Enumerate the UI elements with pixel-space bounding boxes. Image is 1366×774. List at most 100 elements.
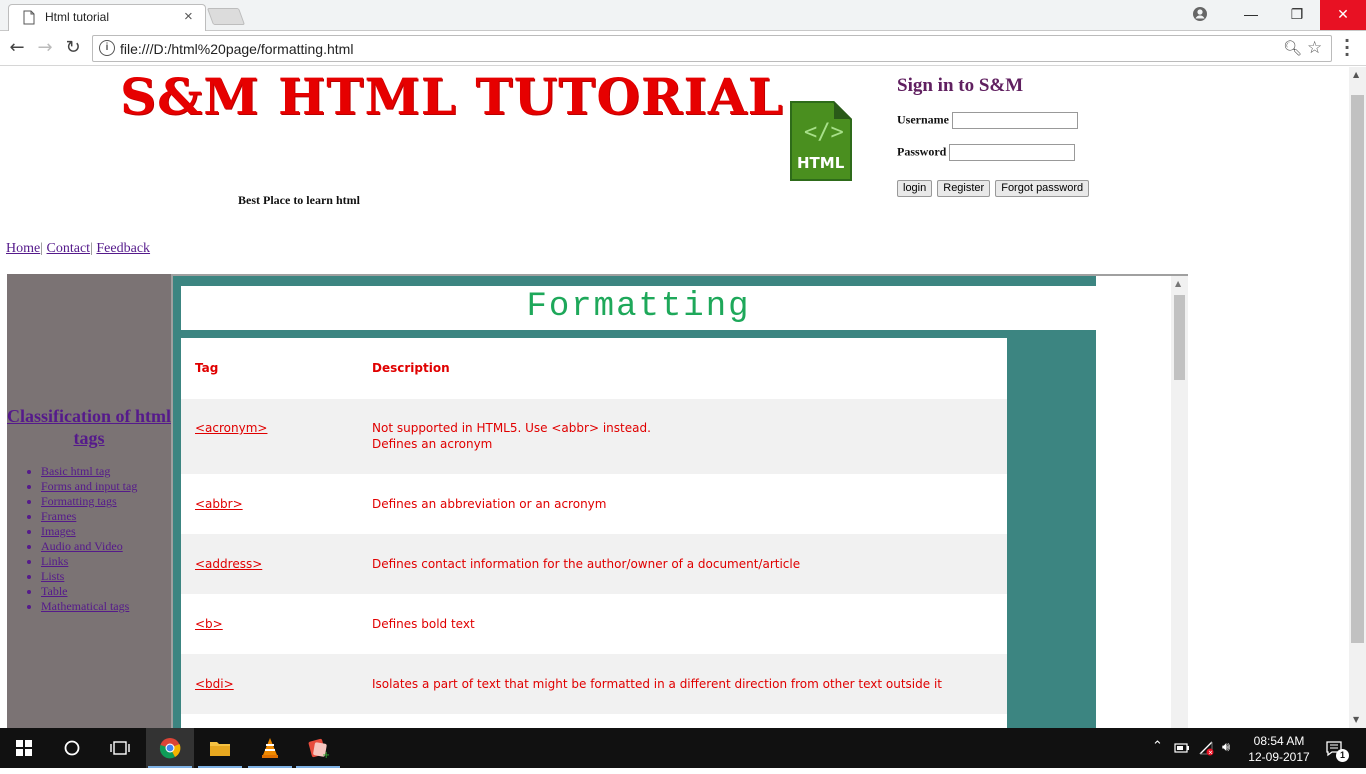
content-frame-scrollbar[interactable]: ▲: [1171, 276, 1188, 728]
sidebar: Classification of html tags Basic html t…: [7, 274, 171, 728]
username-input[interactable]: [951, 112, 1078, 129]
username-row: Username: [897, 112, 1078, 129]
column-header-description: Description: [372, 361, 450, 375]
file-explorer-icon[interactable]: [196, 728, 244, 768]
password-row: Password: [897, 144, 1076, 161]
task-view-icon[interactable]: [96, 728, 144, 768]
sidebar-item[interactable]: Links: [41, 554, 137, 569]
back-arrow-icon[interactable]: ←: [6, 37, 28, 59]
sidebar-link-links[interactable]: Links: [41, 554, 68, 568]
sidebar-link-forms[interactable]: Forms and input tag: [41, 479, 137, 493]
vlc-icon[interactable]: [246, 728, 294, 768]
sidebar-item[interactable]: Lists: [41, 569, 137, 584]
scroll-up-icon[interactable]: ▲: [1175, 279, 1181, 288]
html-logo-text: HTML: [797, 154, 845, 172]
sidebar-item[interactable]: Forms and input tag: [41, 479, 137, 494]
windows-taskbar: + ⌃ ✕ 🔊︎ 08:54 AM 12-09-2017 1: [0, 728, 1366, 768]
sidebar-link-audio-video[interactable]: Audio and Video: [41, 539, 123, 553]
nav-link-contact[interactable]: Contact: [47, 241, 91, 256]
address-bar[interactable]: i file:///D:/html%20page/formatting.html…: [92, 35, 1332, 62]
minimize-button[interactable]: —: [1228, 0, 1274, 30]
sidebar-item[interactable]: Images: [41, 524, 137, 539]
action-center-icon[interactable]: 1: [1318, 728, 1366, 768]
tab-html-tutorial[interactable]: Html tutorial ×: [8, 4, 206, 32]
restore-button[interactable]: ❐: [1274, 0, 1320, 30]
new-tab-button[interactable]: [206, 8, 246, 25]
sidebar-item[interactable]: Basic html tag: [41, 464, 137, 479]
profile-icon[interactable]: [1192, 6, 1208, 22]
site-title: S&M HTML TUTORIAL: [120, 67, 784, 126]
sidebar-link-table[interactable]: Table: [41, 584, 67, 598]
sidebar-item[interactable]: Frames: [41, 509, 137, 524]
sidebar-link-basic[interactable]: Basic html tag: [41, 464, 110, 478]
reload-icon[interactable]: ↻: [62, 37, 84, 59]
tag-description: Isolates a part of text that might be fo…: [372, 677, 942, 691]
address-url[interactable]: file:///D:/html%20page/formatting.html: [120, 41, 353, 57]
tag-link[interactable]: <acronym>: [195, 421, 267, 435]
password-input[interactable]: [949, 144, 1076, 161]
windows-start-icon[interactable]: [0, 728, 48, 768]
menu-icon[interactable]: · · ·: [1344, 33, 1350, 63]
info-icon[interactable]: i: [99, 40, 115, 56]
tag-link[interactable]: <abbr>: [195, 497, 243, 511]
sidebar-link-lists[interactable]: Lists: [41, 569, 64, 583]
nav-separator: |: [90, 241, 93, 256]
column-header-tag: Tag: [195, 361, 219, 375]
svg-text:✕: ✕: [1208, 750, 1213, 757]
scrollbar-thumb[interactable]: [1174, 295, 1185, 380]
table-row: <address> Defines contact information fo…: [181, 534, 1007, 594]
search-circle-icon[interactable]: [48, 728, 96, 768]
svg-text:</>: </>: [804, 120, 844, 145]
table-row: <abbr> Defines an abbreviation or an acr…: [181, 474, 1007, 534]
sidebar-link-images[interactable]: Images: [41, 524, 76, 538]
forward-arrow-icon[interactable]: →: [34, 37, 56, 59]
tagline: Best Place to learn html: [238, 193, 360, 207]
page-viewport: S&M HTML TUTORIAL Best Place to learn ht…: [0, 67, 1366, 728]
sidebar-link-frames[interactable]: Frames: [41, 509, 76, 523]
table-row: <acronym> Not supported in HTML5. Use <a…: [181, 399, 1007, 474]
tab-close-icon[interactable]: ×: [184, 8, 193, 25]
nav-link-feedback[interactable]: Feedback: [96, 241, 150, 256]
tag-link[interactable]: <address>: [195, 557, 262, 571]
register-button[interactable]: Register: [937, 179, 991, 197]
sidebar-item[interactable]: Formatting tags: [41, 494, 137, 509]
tray-chevron-icon[interactable]: ⌃: [1152, 738, 1163, 754]
tag-description: Not supported in HTML5. Use <abbr> inste…: [372, 420, 651, 452]
username-label: Username: [897, 112, 949, 127]
login-button[interactable]: login: [897, 179, 933, 197]
volume-icon[interactable]: 🔊︎: [1222, 739, 1230, 755]
chrome-taskbar-icon[interactable]: [146, 728, 194, 768]
description-line: Not supported in HTML5. Use <abbr> inste…: [372, 421, 651, 435]
sidebar-item[interactable]: Mathematical tags: [41, 599, 137, 614]
sidebar-heading[interactable]: Classification of html tags: [7, 405, 171, 449]
table-row: <bdi> Isolates a part of text that might…: [181, 654, 1007, 714]
formatting-banner: Formatting: [181, 286, 1096, 330]
network-icon[interactable]: ✕: [1198, 740, 1216, 756]
content-frame: Formatting Tag Description <acronym> Not…: [171, 274, 1188, 728]
tag-link[interactable]: <bdi>: [195, 677, 234, 691]
battery-icon[interactable]: [1174, 742, 1190, 754]
taskbar-clock[interactable]: 08:54 AM 12-09-2017: [1244, 733, 1314, 765]
page-scrollbar[interactable]: ▲ ▼: [1349, 67, 1366, 728]
scrollbar-thumb[interactable]: [1351, 95, 1364, 643]
bookmark-star-icon[interactable]: ☆: [1307, 38, 1322, 58]
tab-strip: Html tutorial × — ❐ ✕: [0, 0, 1366, 32]
tag-table: Tag Description <acronym> Not supported …: [181, 338, 1007, 728]
scroll-up-icon[interactable]: ▲: [1353, 70, 1359, 79]
sidebar-list: Basic html tag Forms and input tag Forma…: [41, 464, 137, 614]
forgot-password-button[interactable]: Forgot password: [995, 179, 1090, 197]
scroll-down-icon[interactable]: ▼: [1353, 715, 1359, 724]
close-window-button[interactable]: ✕: [1320, 0, 1366, 30]
top-navigation: Home| Contact| Feedback: [6, 241, 150, 257]
sidebar-link-mathematical[interactable]: Mathematical tags: [41, 599, 129, 613]
paint-app-icon[interactable]: +: [294, 728, 342, 768]
sidebar-link-formatting[interactable]: Formatting tags: [41, 494, 117, 508]
zoom-icon[interactable]: 🔍︎: [1283, 39, 1302, 57]
sidebar-item[interactable]: Table: [41, 584, 137, 599]
browser-toolbar: ← → ↻ i file:///D:/html%20page/formattin…: [0, 31, 1366, 66]
sidebar-item[interactable]: Audio and Video: [41, 539, 137, 554]
notification-badge: 1: [1336, 749, 1349, 762]
tag-link[interactable]: <b>: [195, 617, 223, 631]
tag-description: Defines bold text: [372, 617, 475, 631]
nav-link-home[interactable]: Home: [6, 241, 40, 256]
